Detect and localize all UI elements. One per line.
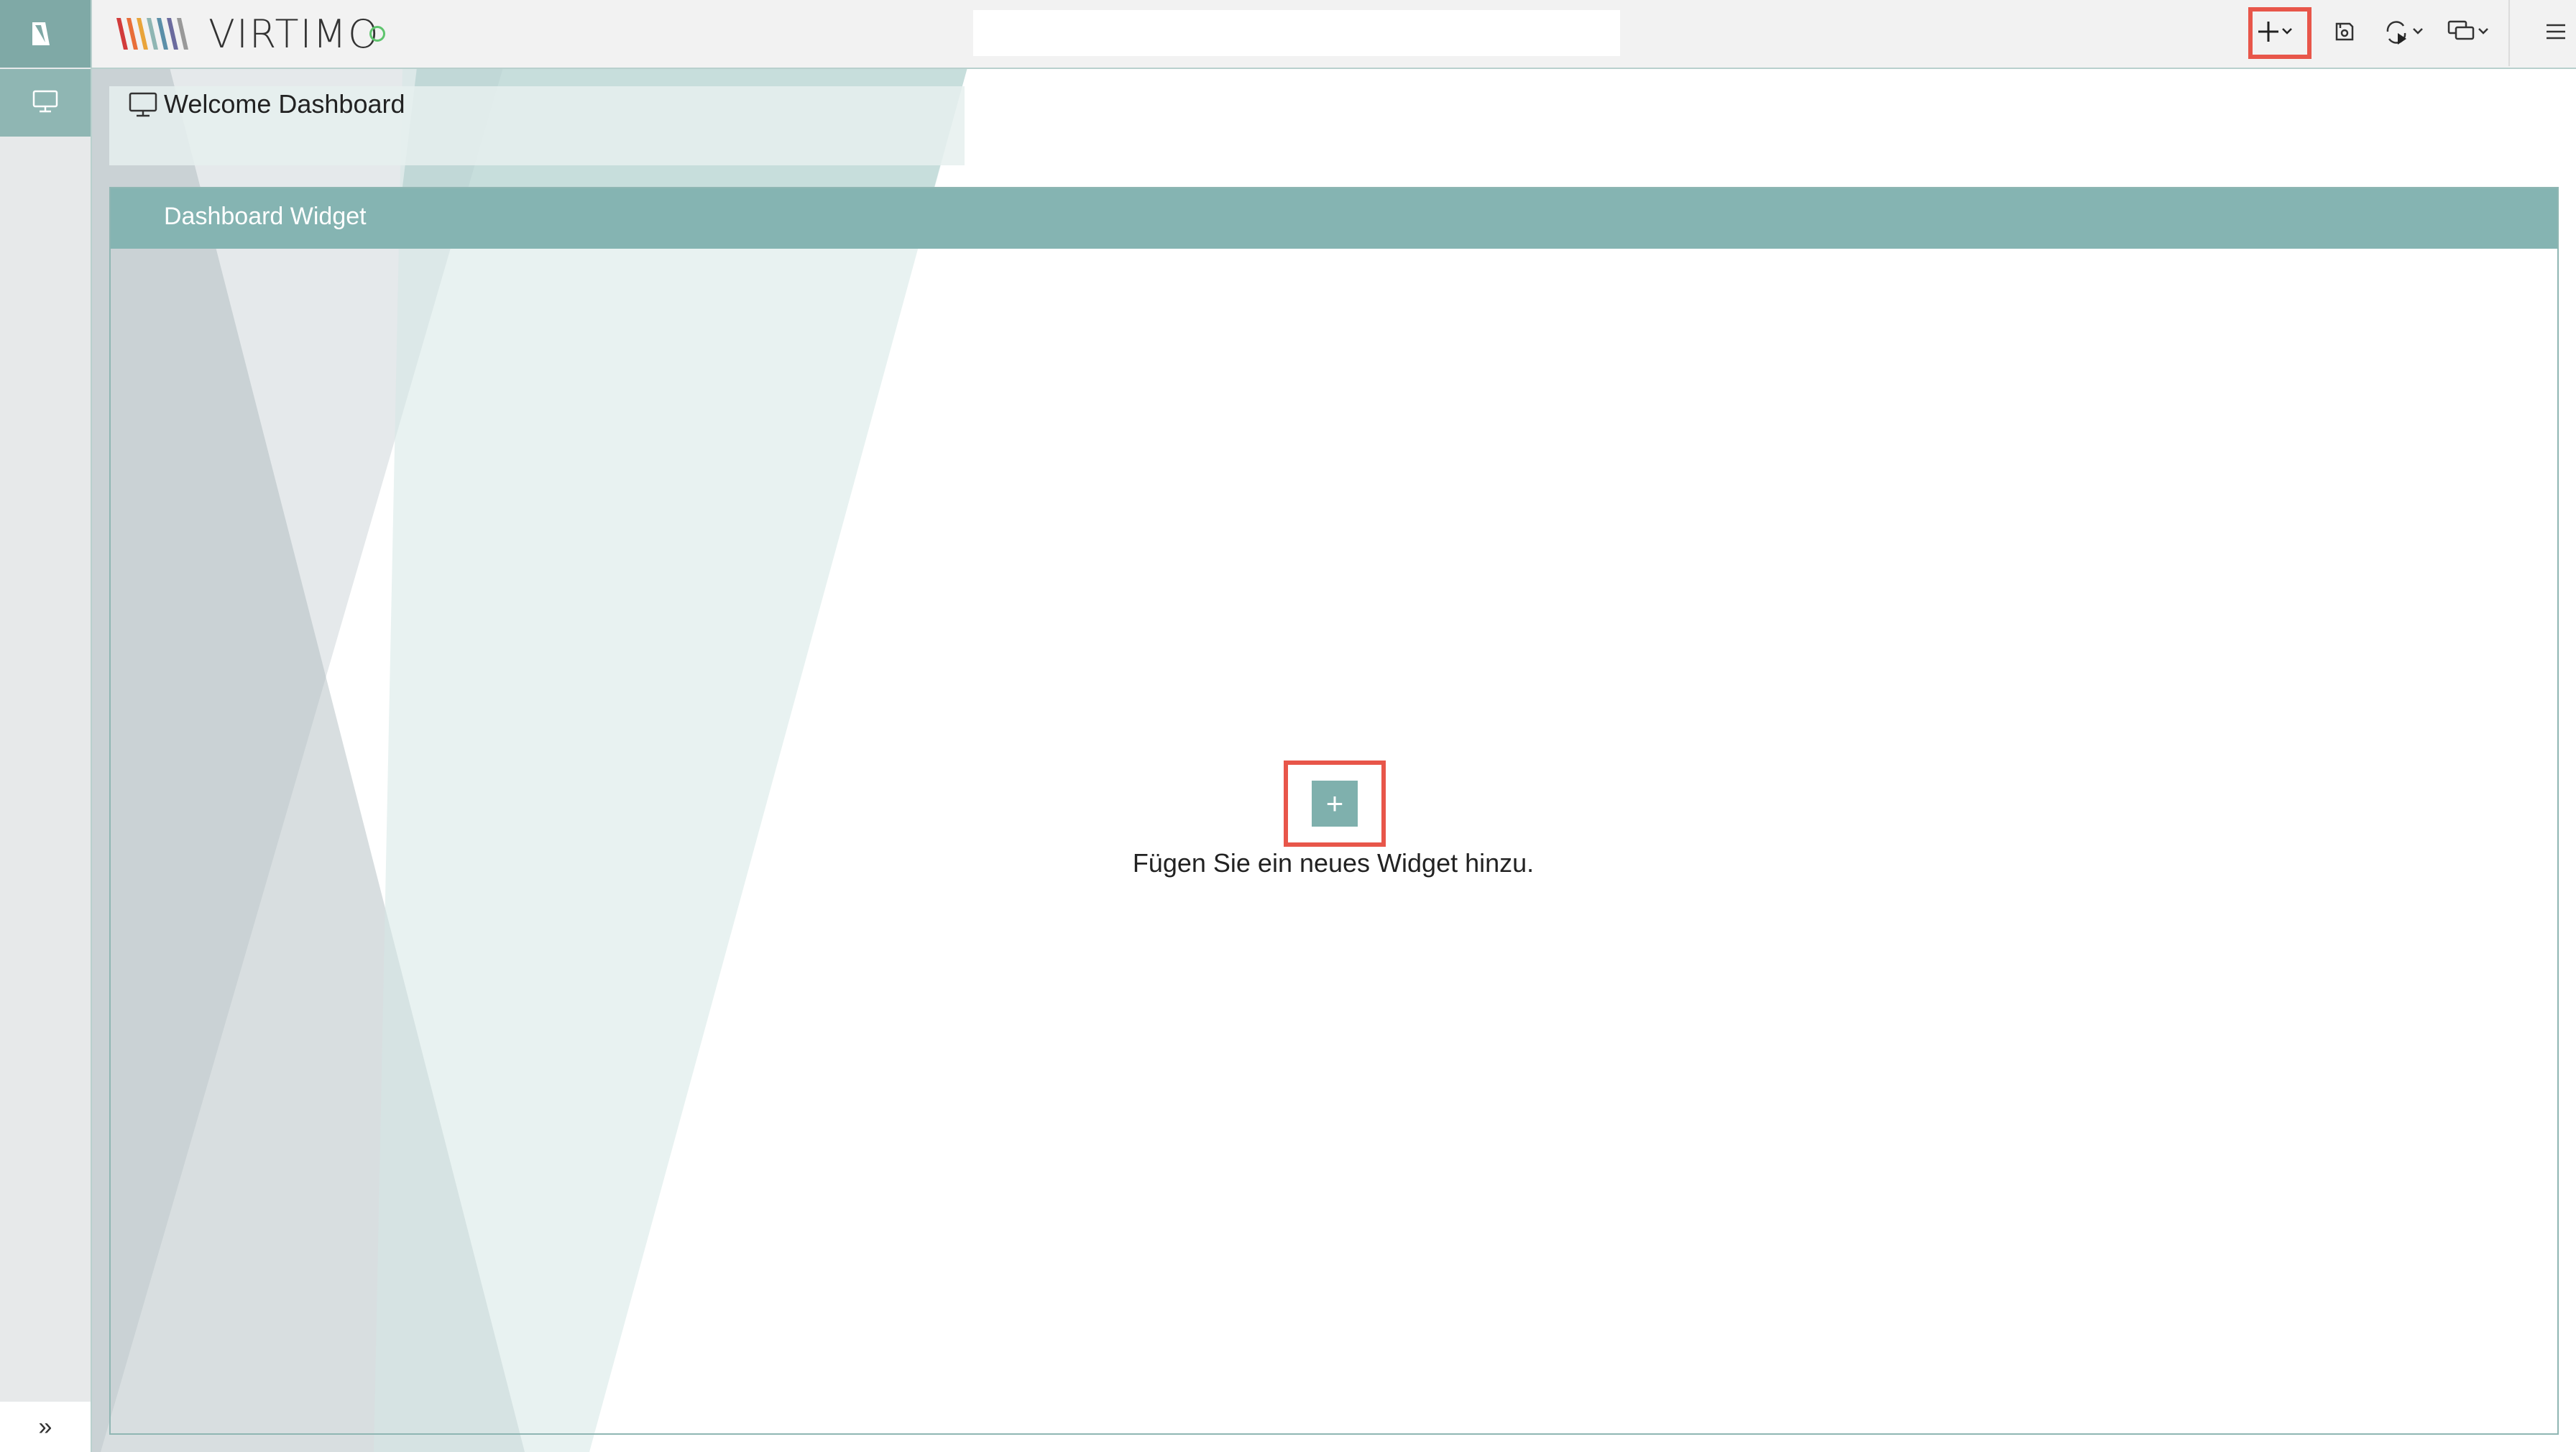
monitor-icon — [128, 91, 158, 123]
add-widget-hint: Fügen Sie ein neues Widget hinzu. — [1132, 848, 1535, 878]
dashboard-tab[interactable]: Welcome Dashboard — [109, 86, 965, 165]
brand-name: VIRTIMO — [208, 11, 380, 57]
top-bar: VIRTIMO — [92, 0, 2576, 69]
widget-title: Dashboard Widget — [164, 203, 367, 230]
virtimo-stripes-icon — [116, 18, 188, 50]
monitor-icon — [32, 89, 59, 117]
main-menu-button[interactable] — [2536, 7, 2576, 59]
chat-menu-icon — [2446, 17, 2493, 50]
search-input[interactable] — [973, 10, 1620, 56]
toolbar-divider — [2508, 0, 2510, 66]
expand-sidebar-button[interactable]: » — [0, 1402, 91, 1452]
dashboard-title: Welcome Dashboard — [164, 89, 405, 119]
add-menu-button[interactable] — [2248, 7, 2312, 59]
chat-menu-button[interactable] — [2441, 7, 2498, 59]
refresh-play-icon — [2382, 16, 2428, 51]
sidebar-item-dashboard[interactable] — [0, 69, 91, 137]
connection-status-icon — [369, 26, 385, 42]
brand-logo: VIRTIMO — [116, 12, 380, 57]
save-icon — [2333, 20, 2356, 47]
add-menu-icon — [2258, 17, 2301, 50]
widget-header: Dashboard Widget — [111, 188, 2557, 249]
double-chevron-right-icon: » — [38, 1412, 52, 1440]
add-widget-button[interactable]: + — [1284, 761, 1386, 847]
left-rail: » — [0, 0, 92, 1452]
hamburger-menu-icon — [2545, 22, 2567, 45]
virtimo-v-logo-icon[interactable] — [0, 0, 91, 68]
refresh-play-button[interactable] — [2378, 7, 2432, 59]
plus-icon: + — [1312, 781, 1358, 827]
save-button[interactable] — [2324, 7, 2365, 59]
